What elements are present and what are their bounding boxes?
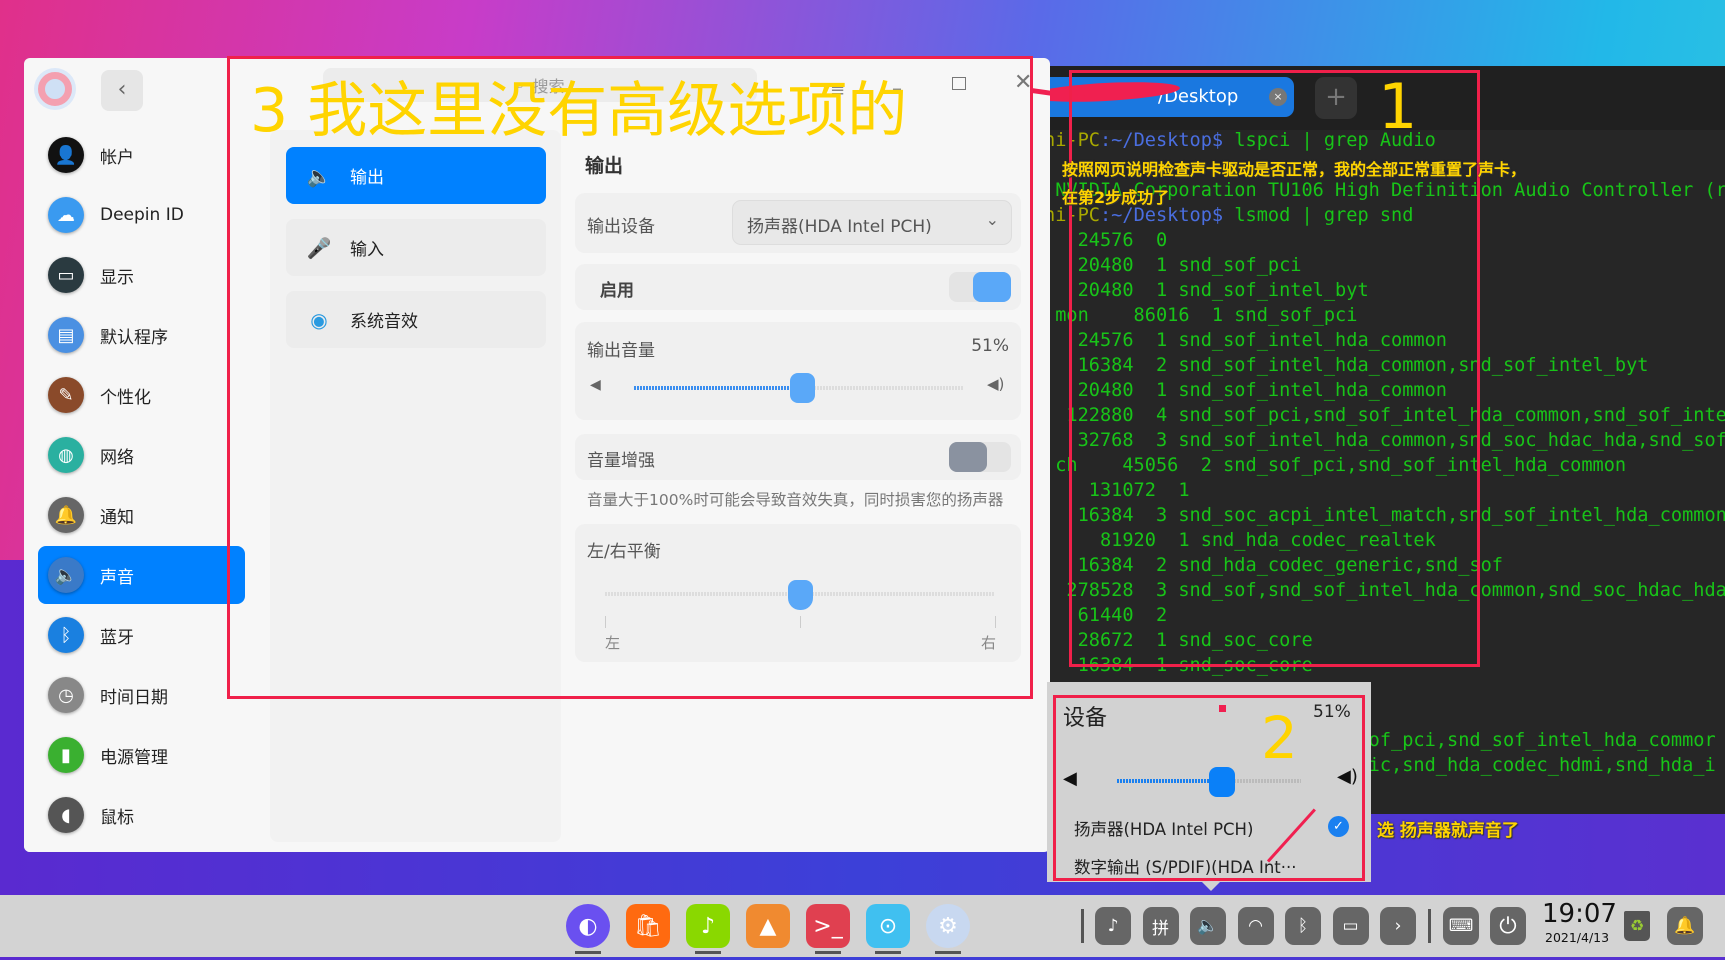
annotation-number-1: 1 [1378, 70, 1418, 143]
running-indicator [695, 951, 721, 954]
clock-icon: ◷ [48, 677, 84, 713]
device-label: 扬声器(HDA Intel PCH) [1074, 820, 1254, 839]
tray-separator [1081, 909, 1084, 943]
popup-pointer [1202, 882, 1220, 891]
music-tray-icon[interactable]: ♪ [1095, 907, 1131, 945]
sidebar-item-label: 显示 [100, 267, 134, 288]
volume-icon[interactable]: 🔈 [1190, 907, 1226, 945]
sidebar-item[interactable]: ◖ 鼠标 [38, 786, 245, 844]
input-method-icon[interactable]: 拼 [1142, 907, 1179, 945]
bluetooth-icon: ᛒ [48, 617, 84, 653]
sidebar-item-label: 蓝牙 [100, 627, 134, 648]
sidebar-item-label: 电源管理 [100, 747, 168, 768]
user-icon: 👤 [48, 137, 84, 173]
popup-title: 设备 [1063, 706, 1108, 731]
app-store-icon[interactable]: 🛍 [626, 904, 670, 948]
clock-date[interactable]: 2021/4/13 [1545, 930, 1609, 945]
monitor-icon: ▭ [48, 257, 84, 293]
sidebar-item-label: 个性化 [100, 387, 151, 408]
annotation-number-2: 2 [1261, 704, 1298, 772]
sidebar-item[interactable]: 🔈 声音 [38, 546, 245, 604]
tray-separator [1428, 909, 1431, 943]
sound-popup: 设备 51% 2 ◀ ◀) 扬声器(HDA Intel PCH) ✓ 数字输出 (S… [1047, 682, 1371, 891]
terminal-icon[interactable]: >_ [806, 904, 850, 948]
power-icon[interactable]: ⏻ [1490, 907, 1526, 945]
launcher-icon[interactable]: ◐ [566, 904, 610, 948]
mouse-icon: ◖ [48, 797, 84, 833]
bluetooth-icon[interactable]: ᛒ [1285, 907, 1321, 945]
wifi-icon[interactable]: ◠ [1237, 907, 1274, 945]
running-indicator [935, 951, 961, 954]
sidebar: 👤 帐户 ☁ Deepin ID ▭ 显示 ▤ 默认程序 ✎ 个性化 ◍ 网络 🔔 通知 🔈 声音 ᛒ 蓝牙 ◷ 时间… [24, 118, 260, 852]
popup-volume-knob[interactable] [1208, 767, 1235, 797]
expand-arrow-icon[interactable]: › [1380, 907, 1416, 945]
settings-icon[interactable]: ⚙ [926, 904, 970, 948]
image-viewer-icon[interactable]: ▲ [746, 904, 790, 948]
sidebar-item[interactable]: 👤 帐户 [38, 126, 245, 184]
popup-volume-low-icon: ◀ [1063, 768, 1077, 789]
speaker-icon: 🔈 [48, 557, 84, 593]
sidebar-item-label: Deepin ID [100, 205, 184, 225]
sidebar-item-label: 声音 [100, 567, 134, 588]
annotation-note-line2: 在第2步成功了 [1062, 188, 1170, 207]
sidebar-item-label: 鼠标 [100, 807, 134, 828]
popup-volume-fill [1117, 779, 1211, 783]
annotation-no-advanced: 3 我这里没有高级选项的 [250, 76, 908, 146]
annotation-select-speaker: 选 扬声器就声音了 [1377, 821, 1519, 841]
sidebar-item-label: 帐户 [100, 147, 134, 168]
sidebar-item-label: 网络 [100, 447, 134, 468]
file-manager-icon[interactable]: ⊙ [866, 904, 910, 948]
taskbar: ◐ 🛍 ♪ ▲ >_ ⊙ ⚙ ♪ 拼 🔈 ◠ ᛒ ▭ › ⌨ ⏻ 19:07 2021/4/13 ♻ 🔔 [0, 895, 1725, 957]
sidebar-item-label: 时间日期 [100, 687, 168, 708]
popup-volume-value: 51% [1313, 702, 1351, 722]
back-button[interactable]: ‹ [101, 70, 143, 111]
app-logo-icon [38, 72, 72, 106]
sidebar-item[interactable]: 🔔 通知 [38, 486, 245, 544]
annotation-note-line1: 按照网页说明检查声卡驱动是否正常，我的全部正常重置了声卡， [1062, 160, 1527, 179]
running-indicator [575, 951, 601, 954]
checkmark-icon: ✓ [1328, 816, 1349, 837]
network-globe-icon: ◍ [48, 437, 84, 473]
sidebar-item[interactable]: ✎ 个性化 [38, 366, 245, 424]
music-icon[interactable]: ♪ [686, 904, 730, 948]
bell-icon: 🔔 [48, 497, 84, 533]
clock-time[interactable]: 19:07 [1542, 899, 1617, 929]
sidebar-item[interactable]: ▮ 电源管理 [38, 726, 245, 784]
running-indicator [815, 951, 841, 954]
device-label: 数字输出 (S/PDIF)(HDA Int··· [1074, 858, 1297, 877]
sidebar-item-label: 通知 [100, 507, 134, 528]
battery-icon: ▮ [48, 737, 84, 773]
sidebar-item[interactable]: ▭ 显示 [38, 246, 245, 304]
palette-icon: ✎ [48, 377, 84, 413]
default-apps-icon: ▤ [48, 317, 84, 353]
cloud-icon: ☁ [48, 197, 84, 233]
sidebar-item[interactable]: ☁ Deepin ID [38, 186, 245, 244]
keyboard-icon[interactable]: ⌨ [1443, 907, 1479, 945]
sidebar-item[interactable]: ᛒ 蓝牙 [38, 606, 245, 664]
popup-volume-high-icon: ◀) [1337, 766, 1358, 787]
sidebar-item-label: 默认程序 [100, 327, 168, 348]
notification-bell-icon[interactable]: 🔔 [1667, 907, 1703, 945]
sidebar-item[interactable]: ▤ 默认程序 [38, 306, 245, 364]
battery-icon[interactable]: ▭ [1332, 907, 1369, 945]
popup-device-item[interactable]: 数字输出 (S/PDIF)(HDA Int··· [1074, 854, 1344, 884]
sidebar-item[interactable]: ◷ 时间日期 [38, 666, 245, 724]
trash-icon[interactable]: ♻ [1624, 911, 1650, 941]
sidebar-item[interactable]: ◍ 网络 [38, 426, 245, 484]
red-dot-marker [1219, 705, 1226, 712]
annotation-box-settings [227, 56, 1033, 699]
running-indicator [875, 951, 901, 954]
